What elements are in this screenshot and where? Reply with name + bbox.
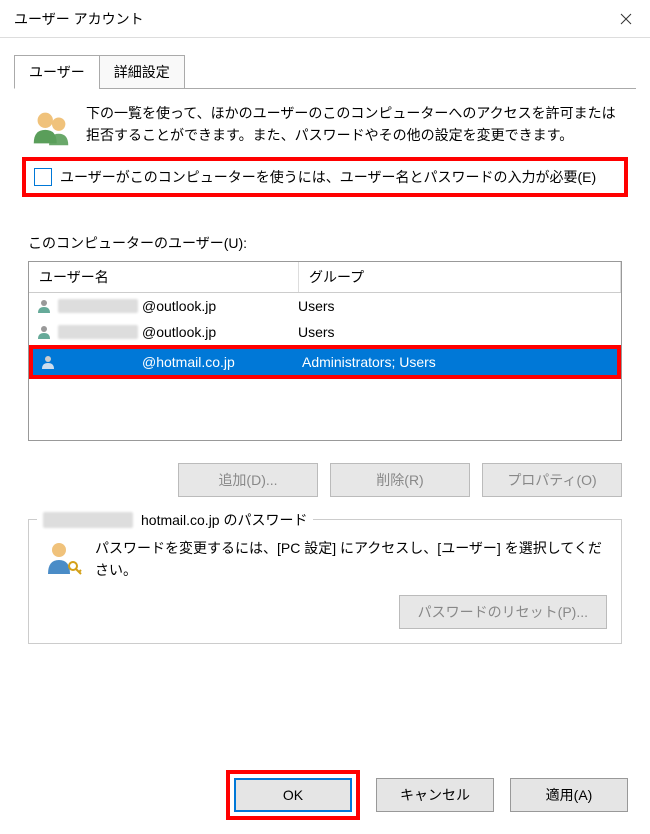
user-domain: @outlook.jp (142, 324, 216, 340)
ok-button[interactable]: OK (234, 778, 352, 812)
properties-button[interactable]: プロパティ(O) (482, 463, 622, 497)
tab-strip: ユーザー 詳細設定 (14, 54, 636, 89)
redacted-username (43, 512, 133, 528)
reset-password-button[interactable]: パスワードのリセット(P)... (399, 595, 607, 629)
cancel-button[interactable]: キャンセル (376, 778, 494, 812)
dialog-button-row: OK キャンセル 適用(A) (226, 770, 628, 820)
user-icon (35, 297, 53, 315)
user-list[interactable]: ユーザー名 グループ @outlook.jp Users @outlook.jp… (28, 261, 622, 441)
users-icon (28, 105, 74, 151)
intro-text: 下の一覧を使って、ほかのユーザーのこのコンピューターへのアクセスを許可または拒否… (86, 103, 622, 151)
list-header: ユーザー名 グループ (29, 262, 621, 293)
password-panel-title: hotmail.co.jp のパスワード (37, 510, 313, 530)
add-button[interactable]: 追加(D)... (178, 463, 318, 497)
tab-users[interactable]: ユーザー (14, 55, 100, 89)
redacted-username (58, 325, 138, 339)
user-icon (35, 323, 53, 341)
require-password-label: ユーザーがこのコンピューターを使うには、ユーザー名とパスワードの入力が必要(E) (60, 167, 596, 187)
titlebar: ユーザー アカウント (0, 0, 650, 38)
user-group: Users (298, 298, 621, 314)
user-domain: @outlook.jp (142, 298, 216, 314)
ok-button-highlight: OK (226, 770, 360, 820)
password-panel: hotmail.co.jp のパスワード パスワードを変更するには、[PC 設定… (28, 519, 622, 644)
table-row[interactable]: @outlook.jp Users (29, 293, 621, 319)
column-header-group[interactable]: グループ (299, 262, 621, 292)
password-panel-body: パスワードを変更するには、[PC 設定] にアクセスし、[ユーザー] を選択して… (95, 538, 607, 581)
user-icon (39, 353, 57, 371)
user-group: Administrators; Users (302, 354, 617, 370)
require-password-highlight: ユーザーがこのコンピューターを使うには、ユーザー名とパスワードの入力が必要(E) (22, 157, 628, 197)
user-domain: @hotmail.co.jp (142, 354, 235, 370)
user-key-icon (43, 538, 83, 578)
close-icon (620, 13, 632, 25)
window-title: ユーザー アカウント (14, 9, 144, 29)
password-title-suffix: hotmail.co.jp のパスワード (141, 510, 307, 530)
user-group: Users (298, 324, 621, 340)
redacted-username (58, 299, 138, 313)
remove-button[interactable]: 削除(R) (330, 463, 470, 497)
column-header-name[interactable]: ユーザー名 (29, 262, 299, 292)
list-button-row: 追加(D)... 削除(R) プロパティ(O) (28, 463, 622, 497)
require-password-checkbox[interactable] (34, 168, 52, 186)
apply-button[interactable]: 適用(A) (510, 778, 628, 812)
tab-advanced[interactable]: 詳細設定 (99, 55, 185, 89)
table-row[interactable]: @hotmail.co.jp Administrators; Users (33, 349, 617, 375)
selected-row-highlight: @hotmail.co.jp Administrators; Users (29, 345, 621, 379)
table-row[interactable]: @outlook.jp Users (29, 319, 621, 345)
intro-section: 下の一覧を使って、ほかのユーザーのこのコンピューターへのアクセスを許可または拒否… (28, 103, 622, 157)
close-button[interactable] (602, 0, 650, 38)
user-list-label: このコンピューターのユーザー(U): (28, 233, 622, 253)
